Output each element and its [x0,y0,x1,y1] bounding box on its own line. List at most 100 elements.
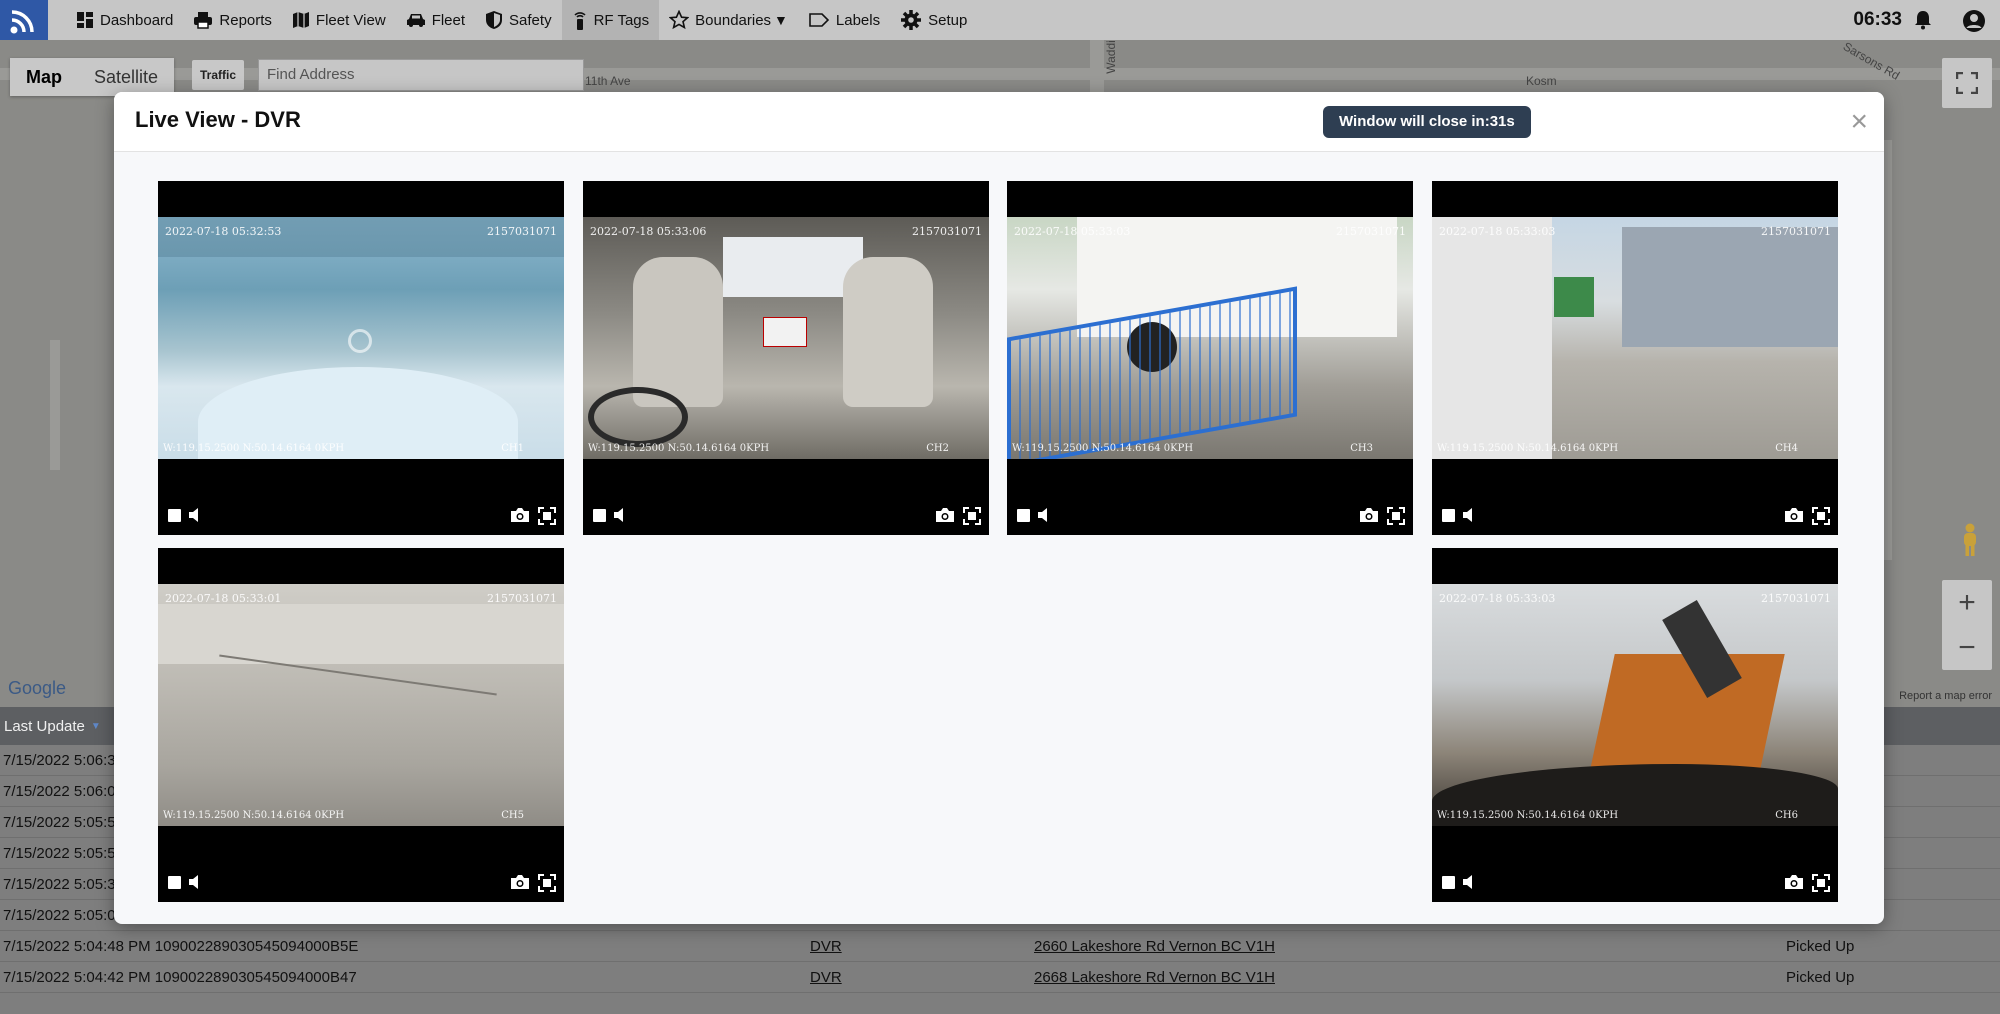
cell-status: Picked Up [1786,969,1855,986]
stop-button[interactable] [593,509,606,522]
stop-button[interactable] [1442,876,1455,889]
camera-snapshot-icon[interactable] [1359,507,1379,523]
rf-tag-icon [574,12,586,30]
fullscreen-icon [1956,72,1978,94]
street-view-pegman[interactable] [1950,520,1990,560]
video-timestamp: 2022-07-18 05:33:03 [1439,225,1556,238]
camera-snapshot-icon[interactable] [1784,874,1804,890]
nav-setup[interactable]: Setup [890,0,977,40]
video-controls [1432,497,1838,535]
stop-button[interactable] [168,876,181,889]
volume-icon[interactable] [613,507,627,523]
camera-feed-ch5: 2022-07-18 05:33:01 2157031071 W:119.15.… [158,548,564,902]
column-header-last-update[interactable]: Last Update [4,718,85,735]
cell-timestamp: 7/15/2022 5:04:42 PM 1090022890305450940… [3,969,357,986]
first-aid-kit [763,317,807,347]
map-road [50,340,60,470]
map-button[interactable]: Map [10,58,78,96]
nav-rf-tags[interactable]: RF Tags [561,0,660,40]
label-icon [809,13,830,27]
video-channel: CH6 [1775,810,1798,821]
camera-snapshot-icon[interactable] [935,507,955,523]
loading-spinner [348,329,372,353]
nav-setup-label: Setup [928,11,968,29]
zoom-out-button[interactable]: − [1942,625,1992,670]
camera-snapshot-icon[interactable] [1784,507,1804,523]
auto-close-timer-badge: Window will close in:31s [1323,106,1531,138]
nav-dashboard[interactable]: Dashboard [66,0,183,40]
modal-title: Live View - DVR [135,107,301,132]
table-row[interactable]: 7/15/2022 5:04:48 PM 1090022890305450940… [0,931,2000,962]
user-account-icon[interactable] [1962,9,1986,33]
video-serial: 2157031071 [1761,225,1831,238]
zoom-in-button[interactable]: + [1942,580,1992,625]
table-row[interactable]: 7/15/2022 5:04:42 PM 1090022890305450940… [0,962,2000,993]
cell-address-link[interactable]: 2660 Lakeshore Rd Vernon BC V1H [1034,938,1275,955]
close-modal-button[interactable]: × [1850,102,1868,142]
nav-safety[interactable]: Safety [475,0,562,40]
video-frame: 2022-07-18 05:33:03 2157031071 W:119.15.… [1432,217,1838,459]
traffic-button[interactable]: Traffic [192,60,245,90]
video-serial: 2157031071 [1336,225,1406,238]
video-frame: 2022-07-18 05:32:53 2157031071 W:119.15.… [158,217,564,459]
find-address-input[interactable]: Find Address [258,59,584,91]
printer-icon [194,12,213,29]
video-timestamp: 2022-07-18 05:33:03 [1014,225,1131,238]
video-controls [158,864,564,902]
nav-safety-label: Safety [509,11,552,29]
camera-snapshot-icon[interactable] [510,507,530,523]
volume-icon[interactable] [188,874,202,890]
video-timestamp: 2022-07-18 05:32:53 [165,225,282,238]
nav-labels-label: Labels [835,11,881,29]
video-gps: W:119.15.2500 N:50.14.6164 0KPH [588,443,770,454]
shield-icon [486,11,503,29]
camera-snapshot-icon[interactable] [510,874,530,890]
video-controls [158,497,564,535]
video-channel: CH1 [501,443,524,454]
map-fullscreen-button[interactable] [1942,58,1992,108]
video-timestamp: 2022-07-18 05:33:06 [590,225,707,238]
nav-reports[interactable]: Reports [183,0,282,40]
fullscreen-icon[interactable] [1387,507,1405,525]
volume-icon[interactable] [1462,874,1476,890]
nav-boundaries[interactable]: Boundaries ▼ [659,0,798,40]
video-serial: 2157031071 [912,225,982,238]
map-type-control: Map Satellite [10,58,175,96]
cell-timestamp: 7/15/2022 5:06:3 [3,752,116,769]
fullscreen-icon[interactable] [963,507,981,525]
cell-address-link[interactable]: 2668 Lakeshore Rd Vernon BC V1H [1034,969,1275,986]
video-frame: 2022-07-18 05:33:01 2157031071 W:119.15.… [158,584,564,826]
sort-desc-icon[interactable]: ▼ [91,721,101,732]
fullscreen-icon[interactable] [538,874,556,892]
bell-icon[interactable] [1912,9,1934,31]
volume-icon[interactable] [188,507,202,523]
fullscreen-icon[interactable] [1812,874,1830,892]
building [1622,227,1838,347]
nav-labels[interactable]: Labels [798,0,890,40]
bin-lifter [1589,654,1785,774]
report-map-error-link[interactable]: Report a map error [1899,690,1992,702]
app-logo[interactable] [0,0,48,40]
right-seat [843,257,933,407]
truck-side [1432,217,1552,459]
satellite-button[interactable]: Satellite [78,58,174,96]
video-gps: W:119.15.2500 N:50.14.6164 0KPH [1012,443,1194,454]
wifi-logo-icon [10,10,34,34]
nav-fleet[interactable]: Fleet [396,0,475,40]
video-channel: CH2 [926,443,949,454]
volume-icon[interactable] [1462,507,1476,523]
video-timestamp: 2022-07-18 05:33:03 [1439,592,1556,605]
nav-fleet-view[interactable]: Fleet View [282,0,396,40]
stop-button[interactable] [168,509,181,522]
chevron-down-icon: ▼ [774,12,788,28]
camera-feed-ch1: 2022-07-18 05:32:53 2157031071 W:119.15.… [158,181,564,535]
cell-source-link[interactable]: DVR [810,938,842,955]
cell-source-link[interactable]: DVR [810,969,842,986]
volume-icon[interactable] [1037,507,1051,523]
fullscreen-icon[interactable] [538,507,556,525]
gear-icon [901,10,922,30]
fullscreen-icon[interactable] [1812,507,1830,525]
stop-button[interactable] [1442,509,1455,522]
stop-button[interactable] [1017,509,1030,522]
camera-feed-ch6: 2022-07-18 05:33:03 2157031071 W:119.15.… [1432,548,1838,902]
